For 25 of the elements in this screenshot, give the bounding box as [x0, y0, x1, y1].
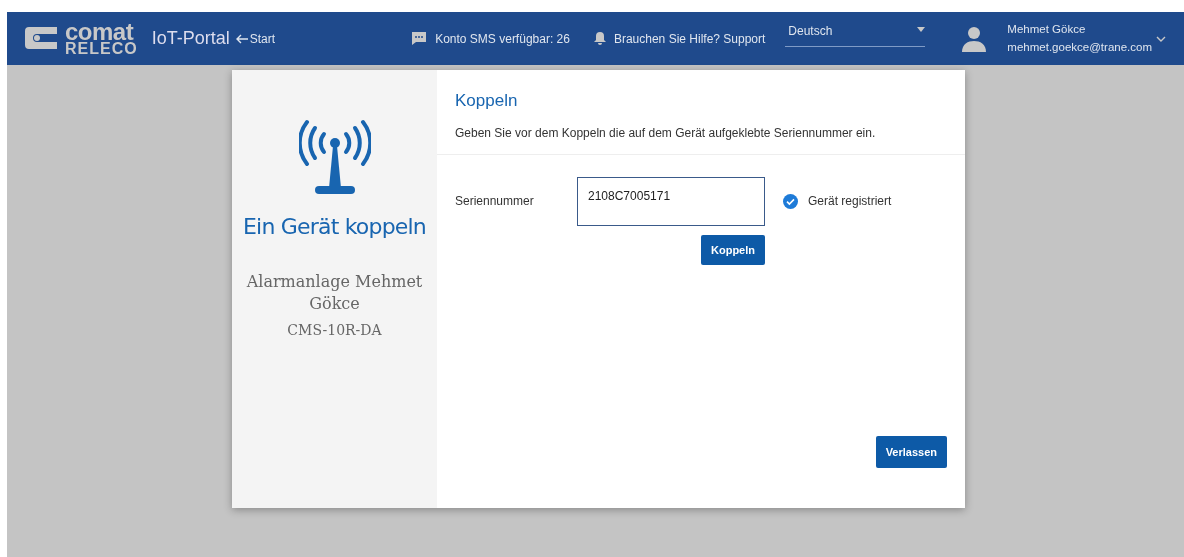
app-title: IoT-Portal [151, 27, 230, 50]
chevron-down-icon[interactable] [1156, 35, 1166, 42]
user-avatar-icon [961, 25, 988, 52]
field-label: Seriennummer [455, 193, 535, 210]
logo-text: RELECO [65, 41, 138, 56]
sms-balance: Konto SMS verfügbar: 26 [435, 30, 570, 48]
back-link[interactable]: Start [235, 29, 276, 48]
user-email: mehmet.goekce@trane.com [1007, 39, 1152, 55]
caret-icon [917, 27, 926, 32]
logo-text: comat [65, 21, 134, 42]
user-name: Mehmet Gökce [1007, 22, 1087, 38]
dialog-subtitle: Geben Sie vor dem Koppeln die auf dem Gerät aufgeklebte Seriennummer ein. [455, 124, 877, 142]
dialog-title: Koppeln [455, 90, 519, 112]
language-select[interactable]: Deutsch [785, 22, 926, 47]
registration-status: Gerät registriert [808, 193, 892, 210]
arrow-left-icon [235, 33, 248, 44]
leave-button[interactable]: Verlassen [875, 435, 947, 468]
antenna-icon [298, 118, 371, 196]
pair-button[interactable]: Koppeln [701, 234, 765, 265]
device-name: Alarmanlage Mehmet Gökce [245, 271, 424, 315]
sidebar-title: Ein Gerät koppeln [243, 213, 426, 241]
support-link[interactable]: Brauchen Sie Hilfe? Support [613, 29, 766, 48]
device-model: CMS-10R-DA [287, 321, 382, 341]
chat-icon [411, 31, 428, 46]
serial-number-field[interactable]: 2108C7005171 [577, 176, 765, 226]
